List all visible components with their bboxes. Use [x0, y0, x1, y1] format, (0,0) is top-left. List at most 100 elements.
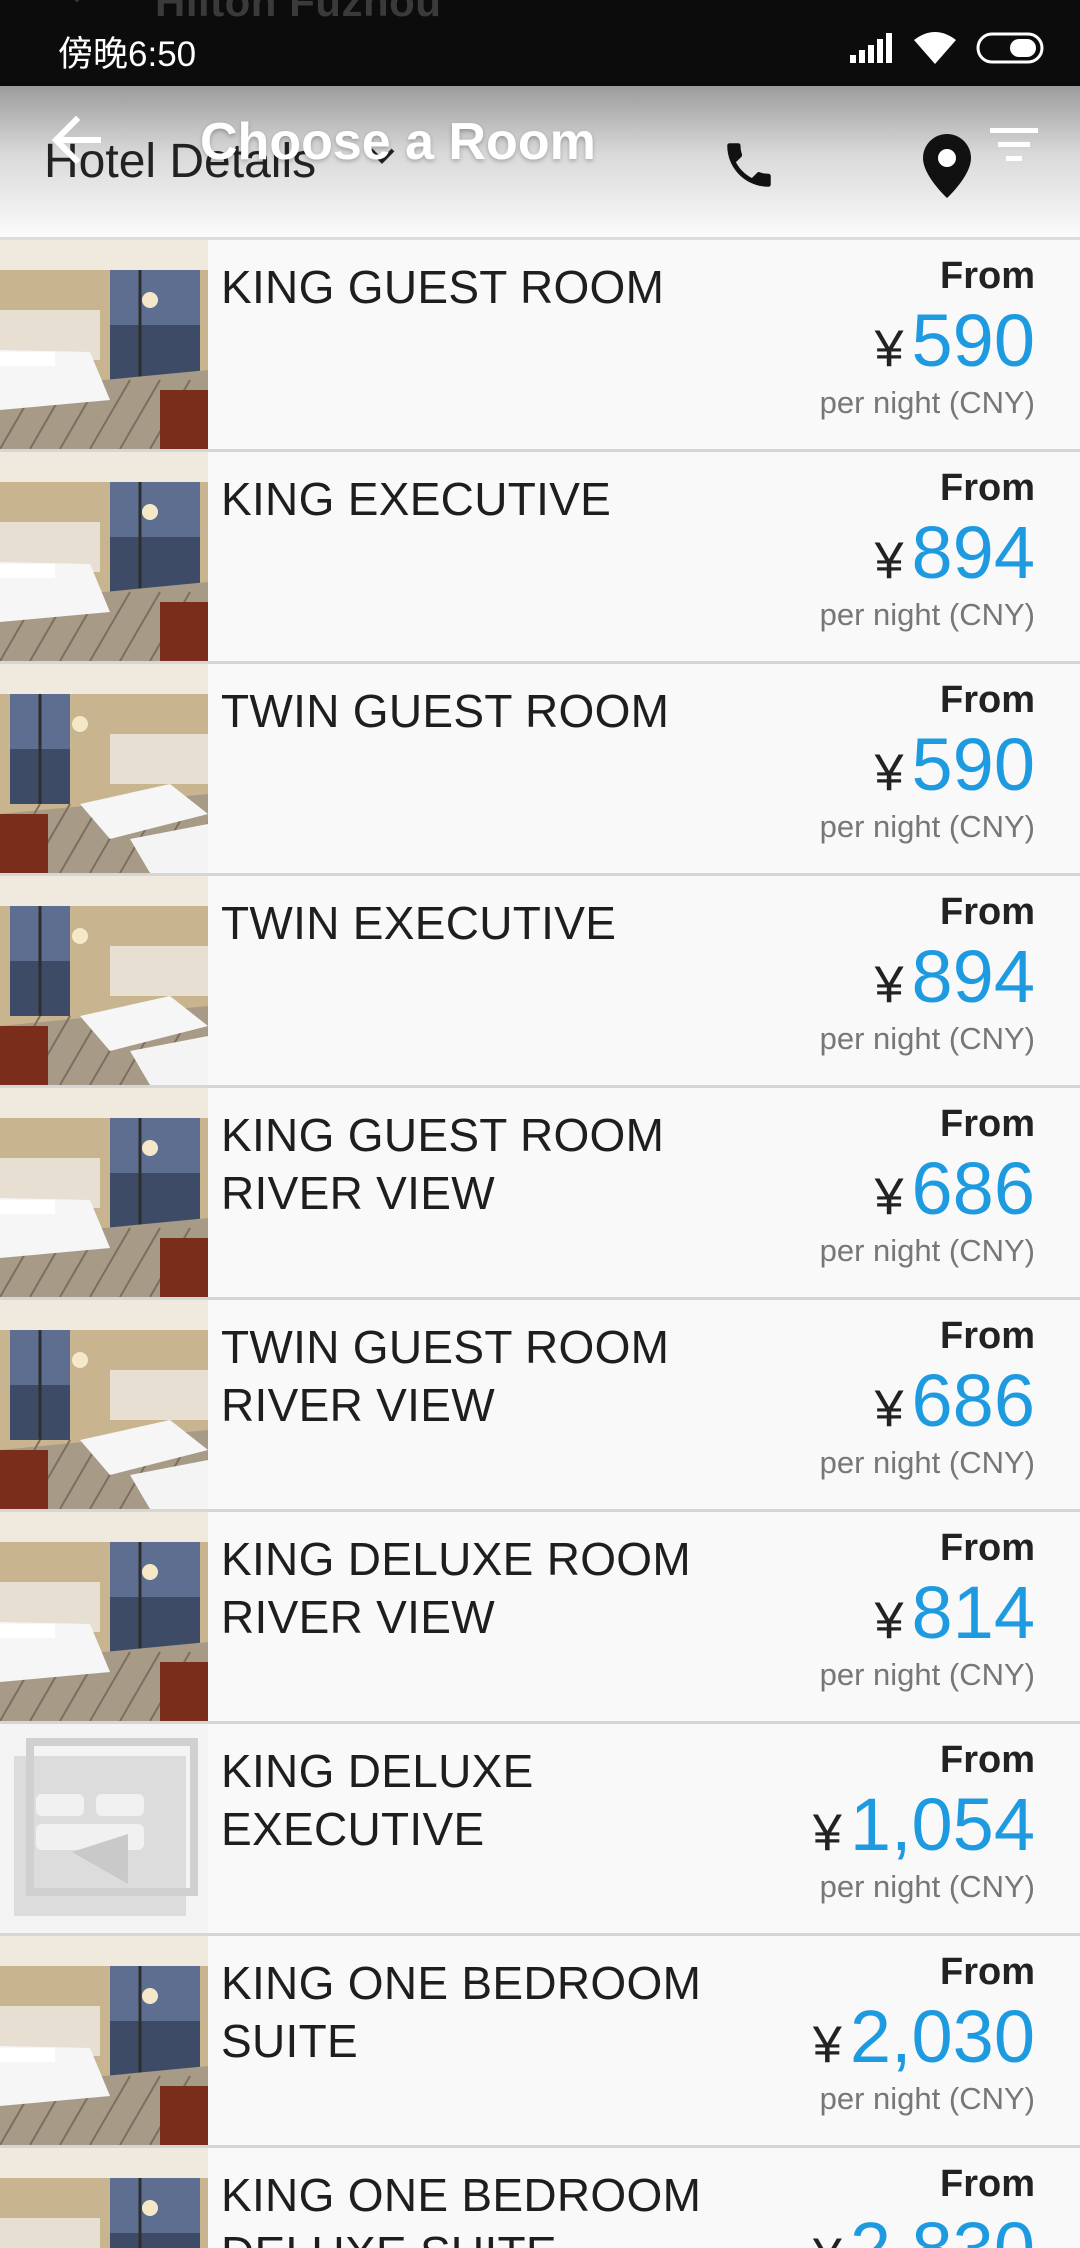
room-thumbnail [0, 664, 208, 873]
price-from-label: From [940, 1315, 1035, 1357]
room-list-item[interactable]: KING DELUXE ROOM RIVER VIEW From ¥ 814 p… [0, 1512, 1080, 1724]
price-line: ¥ 2,830 [813, 2210, 1035, 2248]
per-night-label: per night (CNY) [819, 809, 1035, 844]
price-from-label: From [940, 2163, 1035, 2205]
page-title: Choose a Room [200, 113, 596, 171]
room-name: TWIN GUEST ROOM RIVER VIEW [221, 1321, 670, 1431]
currency-symbol: ¥ [874, 1592, 904, 1650]
per-night-label: per night (CNY) [819, 1021, 1035, 1056]
phone-icon[interactable] [720, 136, 778, 194]
per-night-label: per night (CNY) [819, 1233, 1035, 1268]
room-list-item[interactable]: KING DELUXE EXECUTIVE From ¥ 1,054 per n… [0, 1724, 1080, 1936]
currency-symbol: ¥ [812, 1804, 842, 1862]
price-line: ¥ 894 [820, 514, 1035, 592]
room-photo [0, 240, 208, 449]
room-photo [0, 1512, 208, 1721]
room-thumbnail [0, 1088, 208, 1297]
currency-symbol: ¥ [813, 2218, 842, 2248]
room-photo [0, 1300, 208, 1509]
background-close-icon [74, 0, 80, 3]
price-from-label: From [940, 1739, 1035, 1781]
currency-symbol: ¥ [874, 1168, 904, 1226]
status-icons [850, 30, 1044, 66]
room-name: KING GUEST ROOM [221, 261, 665, 313]
price-amount: 2,830 [850, 2210, 1035, 2248]
image-placeholder-icon [0, 1724, 208, 1933]
room-photo [0, 452, 208, 661]
background-hotel-title: Hilton Fuzhou [155, 0, 442, 25]
currency-symbol: ¥ [874, 956, 904, 1014]
price-amount: 894 [911, 511, 1035, 594]
price-line: ¥ 894 [820, 938, 1035, 1016]
room-photo [0, 2148, 208, 2248]
room-list-item[interactable]: KING GUEST ROOM From ¥ 590 per night (CN… [0, 240, 1080, 452]
currency-symbol: ¥ [874, 320, 904, 378]
price-line: ¥ 686 [820, 1362, 1035, 1440]
price-amount: 686 [911, 1147, 1035, 1230]
room-thumbnail [0, 1936, 208, 2145]
room-name: KING EXECUTIVE [221, 473, 612, 525]
filter-icon[interactable] [990, 126, 1038, 164]
price-block: From ¥ 590 per night (CNY) [820, 674, 1035, 850]
price-amount: 894 [911, 935, 1035, 1018]
price-from-label: From [940, 891, 1035, 933]
currency-symbol: ¥ [874, 744, 904, 802]
price-line: ¥ 814 [820, 1574, 1035, 1652]
room-list-item[interactable]: KING GUEST ROOM RIVER VIEW From ¥ 686 pe… [0, 1088, 1080, 1300]
price-block: From ¥ 814 per night (CNY) [820, 1522, 1035, 1698]
price-line: ¥ 590 [820, 302, 1035, 380]
room-name: TWIN GUEST ROOM [221, 685, 670, 737]
status-time: 傍晚6:50 [58, 35, 197, 74]
price-block: From ¥ 894 per night (CNY) [820, 886, 1035, 1062]
price-from-label: From [940, 255, 1035, 297]
room-list-item[interactable]: KING EXECUTIVE From ¥ 894 per night (CNY… [0, 452, 1080, 664]
status-bar: Hilton Fuzhou 傍晚6:50 [0, 0, 1080, 86]
per-night-label: per night (CNY) [819, 597, 1035, 632]
room-thumbnail [0, 240, 208, 449]
per-night-label: per night (CNY) [819, 1869, 1035, 1904]
back-arrow-icon[interactable] [50, 116, 102, 164]
price-line: ¥ 590 [820, 726, 1035, 804]
price-amount: 590 [911, 299, 1035, 382]
price-from-label: From [940, 1951, 1035, 1993]
price-amount: 1,054 [849, 1783, 1035, 1866]
price-amount: 2,030 [849, 1995, 1035, 2078]
price-amount: 686 [911, 1359, 1035, 1442]
price-from-label: From [940, 679, 1035, 721]
room-list-item[interactable]: TWIN EXECUTIVE From ¥ 894 per night (CNY… [0, 876, 1080, 1088]
price-block: From ¥ 686 per night (CNY) [820, 1310, 1035, 1486]
map-pin-icon[interactable] [922, 134, 972, 198]
price-line: ¥ 1,054 [813, 1786, 1035, 1864]
room-thumbnail [0, 452, 208, 661]
currency-symbol: ¥ [874, 532, 904, 590]
app-header: Hotel Details Choose a Room [0, 86, 1080, 240]
price-line: ¥ 2,030 [813, 1998, 1035, 2076]
signal-icon [850, 33, 892, 63]
room-thumbnail [0, 876, 208, 1085]
per-night-label: per night (CNY) [819, 1657, 1035, 1692]
room-list-item[interactable]: KING ONE BEDROOM SUITE From ¥ 2,030 per … [0, 1936, 1080, 2148]
room-name: KING ONE BEDROOM SUITE [221, 1957, 702, 2067]
room-list-item[interactable]: KING ONE BEDROOM DELUXE SUITE From ¥ 2,8… [0, 2148, 1080, 2248]
price-block: From ¥ 894 per night (CNY) [820, 462, 1035, 638]
room-thumbnail [0, 1512, 208, 1721]
room-name: TWIN EXECUTIVE [221, 897, 617, 949]
room-thumbnail [0, 2148, 208, 2248]
currency-symbol: ¥ [812, 2016, 842, 2074]
room-thumbnail [0, 1300, 208, 1509]
per-night-label: per night (CNY) [819, 2081, 1035, 2116]
room-list-item[interactable]: TWIN GUEST ROOM From ¥ 590 per night (CN… [0, 664, 1080, 876]
room-name: KING GUEST ROOM RIVER VIEW [221, 1109, 665, 1219]
room-photo [0, 1088, 208, 1297]
room-photo [0, 664, 208, 873]
room-thumbnail [0, 1724, 208, 1933]
price-from-label: From [940, 467, 1035, 509]
per-night-label: per night (CNY) [819, 1445, 1035, 1480]
wifi-icon [914, 32, 956, 64]
room-list-item[interactable]: TWIN GUEST ROOM RIVER VIEW From ¥ 686 pe… [0, 1300, 1080, 1512]
battery-icon [976, 32, 1044, 64]
price-block: From ¥ 1,054 per night (CNY) [813, 1734, 1035, 1910]
price-line: ¥ 686 [820, 1150, 1035, 1228]
currency-symbol: ¥ [874, 1380, 904, 1438]
price-block: From ¥ 2,830 per night (CNY) [813, 2158, 1035, 2248]
